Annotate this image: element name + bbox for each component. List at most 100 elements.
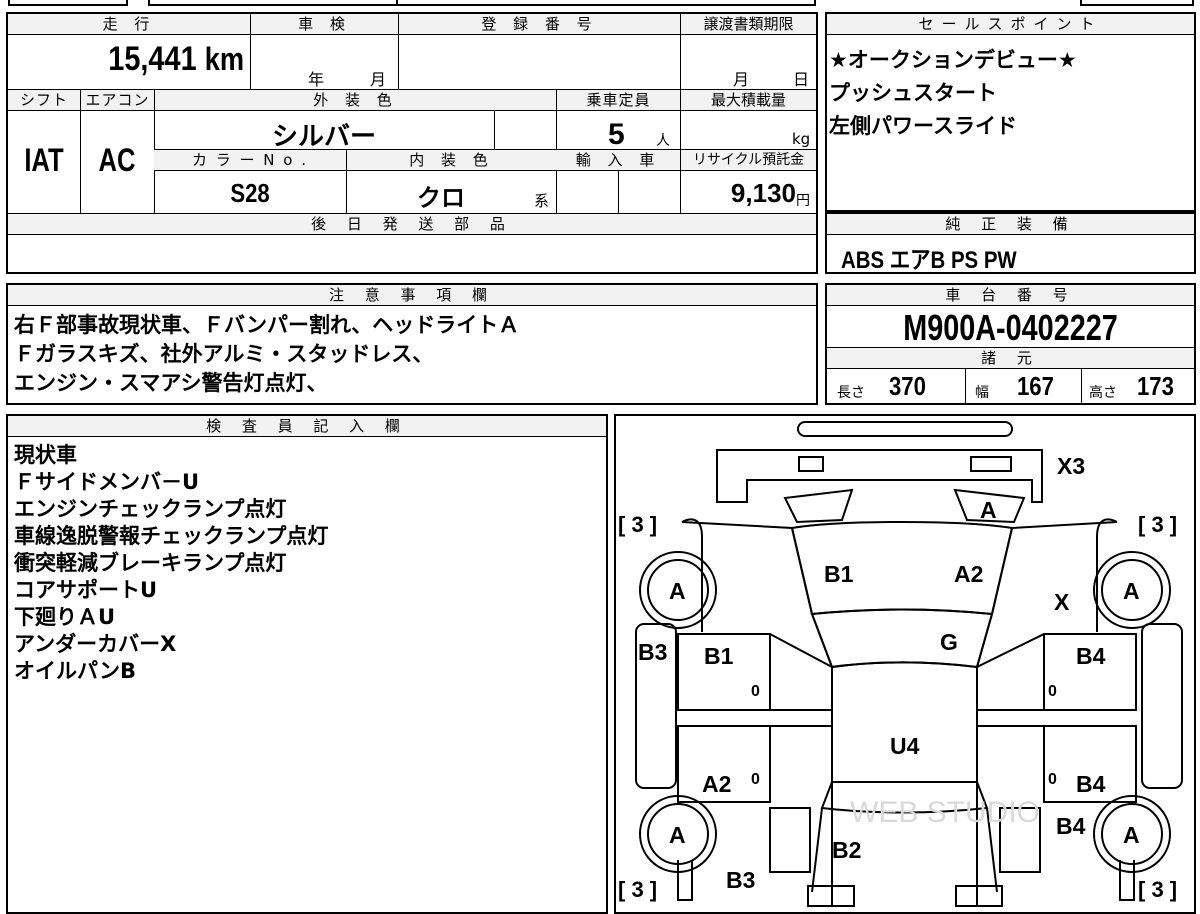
tire-mark-front-right: A <box>1123 578 1140 604</box>
mark-side-b3: B3 <box>638 639 667 665</box>
tread-rear-left: [ 3 ] <box>618 877 657 902</box>
mileage-value: 15,441 <box>108 40 197 78</box>
mark-front-door-b4: B4 <box>1076 643 1106 669</box>
shift-value: IAT <box>24 142 64 178</box>
mileage-unit: km <box>204 41 244 77</box>
top-cutoff-cell <box>396 0 816 6</box>
inspector-line: 下廻りＡU <box>14 605 116 629</box>
length-value: 370 <box>889 371 926 401</box>
notes-line: Ｆガラスキズ、社外アルミ・スタッドレス、 <box>14 342 434 366</box>
interior-color-header: 内 装 色 <box>346 150 556 171</box>
shift-header: シフト <box>8 90 80 111</box>
zero-mark: 0 <box>1048 771 1057 788</box>
mark-rear-door-b4: B4 <box>1076 771 1106 797</box>
inspector-line: アンダーカバーX <box>14 632 177 656</box>
inspector-line: オイルパンB <box>14 659 137 683</box>
sales-points-header: セールスポイント <box>827 14 1194 35</box>
recycle-header: リサイクル預託金 <box>680 150 816 171</box>
inspector-notes-box: 検 査 員 記 入 欄 現状車 Ｆサイドメンバ－U エンジンチェックランプ点灯 … <box>6 414 608 914</box>
later-parts-header: 後 日 発 送 部 品 <box>8 214 816 235</box>
equipment-box: 純 正 装 備 ABS エアB PS PW <box>825 212 1196 274</box>
inspector-notes-header: 検 査 員 記 入 欄 <box>8 416 606 437</box>
tread-rear-right: [ 3 ] <box>1138 877 1177 902</box>
color-no-value: S28 <box>230 178 270 208</box>
mark-hood-a2: A2 <box>954 561 983 587</box>
chassis-number: M900A-0402227 <box>903 307 1118 348</box>
sales-points-box: セールスポイント ★オークションデビュー★ プッシュスタート 左側パワースライド <box>825 12 1196 212</box>
max-load-unit: kg <box>792 130 811 148</box>
recycle-unit: 円 <box>796 193 810 209</box>
zero-mark: 0 <box>751 771 760 788</box>
inspector-line: コアサポートU <box>14 578 158 602</box>
mark-windshield-g: G <box>940 629 958 655</box>
equipment-value: ABS エアB PS PW <box>841 247 1017 274</box>
car-diagram-box: X3 A B1 A2 G X B3 B1 B4 U4 A2 B4 B4 B2 B… <box>614 414 1196 914</box>
watermark: WEB STUDIO <box>850 796 1040 829</box>
mileage-header: 走 行 <box>8 14 250 35</box>
top-cutoff-cell <box>1080 0 1194 6</box>
chassis-header: 車 台 番 号 <box>827 285 1194 306</box>
capacity-header: 乗車定員 <box>556 90 680 111</box>
mark-roof-u4: U4 <box>890 733 920 759</box>
top-cutoff-cell <box>8 0 128 6</box>
mark-x3: X3 <box>1057 453 1085 479</box>
mark-quarter-b4: B4 <box>1056 813 1086 839</box>
tire-mark-rear-right: A <box>1123 822 1140 848</box>
transfer-month-unit: 月 <box>733 70 750 89</box>
height-value: 173 <box>1137 371 1174 401</box>
inspector-line: 車線逸脱警報チェックランプ点灯 <box>14 524 329 548</box>
tire-mark-front-left: A <box>669 578 686 604</box>
interior-color-value: クロ <box>417 185 465 212</box>
car-diagram: X3 A B1 A2 G X B3 B1 B4 U4 A2 B4 B4 B2 B… <box>618 421 1183 907</box>
chassis-box: 車 台 番 号 M900A-0402227 諸 元 長さ 370 幅 167 高… <box>825 283 1196 405</box>
mark-headlight-a: A <box>980 497 997 523</box>
import-header: 輸 入 車 <box>556 150 680 171</box>
height-label: 高さ <box>1089 385 1117 401</box>
inspection-header: 車 検 <box>250 14 398 35</box>
specs-header: 諸 元 <box>827 348 1194 369</box>
capacity-value: 5 <box>608 118 625 151</box>
tire-mark-rear-left: A <box>669 822 686 848</box>
ac-value: AC <box>98 142 136 178</box>
inspection-year-unit: 年 <box>308 70 325 89</box>
max-load-header: 最大積載量 <box>680 90 816 111</box>
mark-rear-b2: B2 <box>832 837 861 863</box>
color-no-header: カ ラ ー N o . <box>154 150 346 171</box>
registration-header: 登 録 番 号 <box>398 14 680 35</box>
zero-mark: 0 <box>1048 683 1057 700</box>
inspector-line: 現状車 <box>14 443 77 467</box>
inspector-line: 衝突軽減ブレーキランプ点灯 <box>14 551 287 575</box>
width-value: 167 <box>1017 371 1054 401</box>
mark-rear-door-a2: A2 <box>702 771 731 797</box>
ac-header: エアコン <box>80 90 154 111</box>
capacity-unit: 人 <box>656 133 670 149</box>
notes-line: 右Ｆ部事故現状車、Ｆバンパー割れ、ヘッドライトＡ <box>14 313 520 337</box>
sales-point-line: ★オークションデビュー★ <box>829 48 1077 72</box>
width-label: 幅 <box>975 385 989 401</box>
sales-point-line: 左側パワースライド <box>829 114 1017 138</box>
interior-color-suffix: 系 <box>534 192 550 210</box>
notes-header: 注 意 事 項 欄 <box>8 285 816 306</box>
transfer-day-unit: 日 <box>793 70 810 89</box>
mark-x: X <box>1054 589 1070 615</box>
inspector-line: エンジンチェックランプ点灯 <box>14 497 287 521</box>
equipment-header: 純 正 装 備 <box>827 214 1194 235</box>
sales-point-line: プッシュスタート <box>829 81 997 105</box>
exterior-color-header: 外 装 色 <box>154 90 556 111</box>
top-cutoff-cell <box>148 0 398 6</box>
inspection-month-unit: 月 <box>370 70 387 89</box>
tread-front-left: [ 3 ] <box>618 512 657 537</box>
length-label: 長さ <box>837 385 865 401</box>
mark-rear-b3: B3 <box>726 867 755 893</box>
tread-front-right: [ 3 ] <box>1138 512 1177 537</box>
vehicle-info-table: 走 行 車 検 登 録 番 号 譲渡書類期限 15,441 km 年 月 月 日… <box>6 12 818 274</box>
notes-box: 注 意 事 項 欄 右Ｆ部事故現状車、Ｆバンパー割れ、ヘッドライトＡ Ｆガラスキ… <box>6 283 818 405</box>
transfer-deadline-header: 譲渡書類期限 <box>680 14 816 35</box>
inspector-line: Ｆサイドメンバ－U <box>14 470 200 494</box>
zero-mark: 0 <box>751 683 760 700</box>
recycle-value: 9,130 <box>730 178 796 208</box>
mark-front-door-b1: B1 <box>704 643 734 669</box>
mark-hood-b1: B1 <box>824 561 854 587</box>
exterior-color-value: シルバー <box>271 121 376 151</box>
notes-line: エンジン・スマアシ警告灯点灯、 <box>14 371 328 395</box>
